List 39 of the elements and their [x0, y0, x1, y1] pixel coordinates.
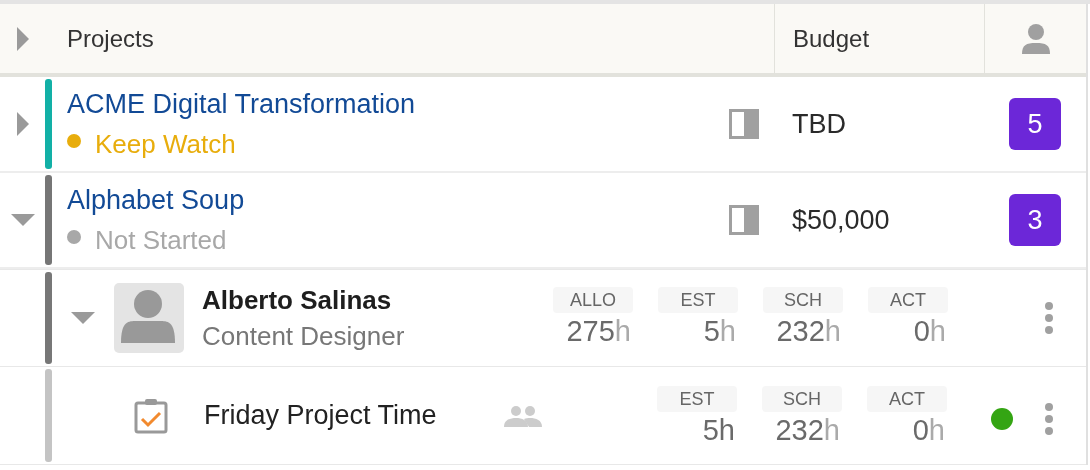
half-square-icon [729, 205, 759, 235]
metric-value: 232h [775, 314, 842, 349]
count-badge: 3 [1009, 194, 1061, 246]
metric-label: EST [658, 287, 738, 313]
metric-value: 5h [701, 412, 736, 448]
metric-value: 275h [565, 314, 632, 349]
metric-value: 0h [911, 412, 946, 448]
count-badge: 5 [1009, 98, 1061, 150]
metric-value: 232h [774, 412, 841, 448]
caret-icon[interactable] [16, 112, 29, 136]
more-icon[interactable] [1045, 402, 1053, 435]
budget-value: TBD [792, 107, 846, 141]
more-icon[interactable] [1045, 302, 1053, 334]
budget-value: $50,000 [792, 203, 890, 237]
half-square-icon [729, 109, 759, 139]
avatar-icon [114, 283, 184, 353]
metric-label: EST [657, 385, 737, 412]
task-name[interactable]: Friday Project Time [204, 395, 504, 436]
metric-label: SCH [762, 385, 842, 412]
metric-label: ACT [868, 287, 948, 313]
person-name[interactable]: Alberto Salinas [202, 282, 502, 318]
caret-icon[interactable] [71, 312, 95, 324]
column-header[interactable]: Projects [67, 20, 154, 57]
status-label: Keep Watch [95, 128, 236, 161]
metric-label: SCH [763, 287, 843, 313]
caret-icon[interactable] [10, 214, 35, 226]
person-icon [1021, 23, 1050, 54]
metric-label: ALLO [553, 287, 633, 313]
project-name[interactable]: Alphabet Soup [67, 180, 245, 220]
metric-value: 0h [912, 314, 947, 349]
metric-value: 5h [702, 314, 737, 349]
status-label: Not Started [95, 224, 227, 257]
column-header[interactable]: Budget [793, 20, 870, 57]
person-role: Content Designer [202, 320, 406, 353]
caret-icon[interactable] [16, 26, 29, 51]
people-icon [504, 404, 542, 427]
clipboard-check-icon [134, 397, 168, 434]
project-name[interactable]: ACME Digital Transformation [67, 84, 416, 124]
metric-label: ACT [867, 385, 947, 412]
